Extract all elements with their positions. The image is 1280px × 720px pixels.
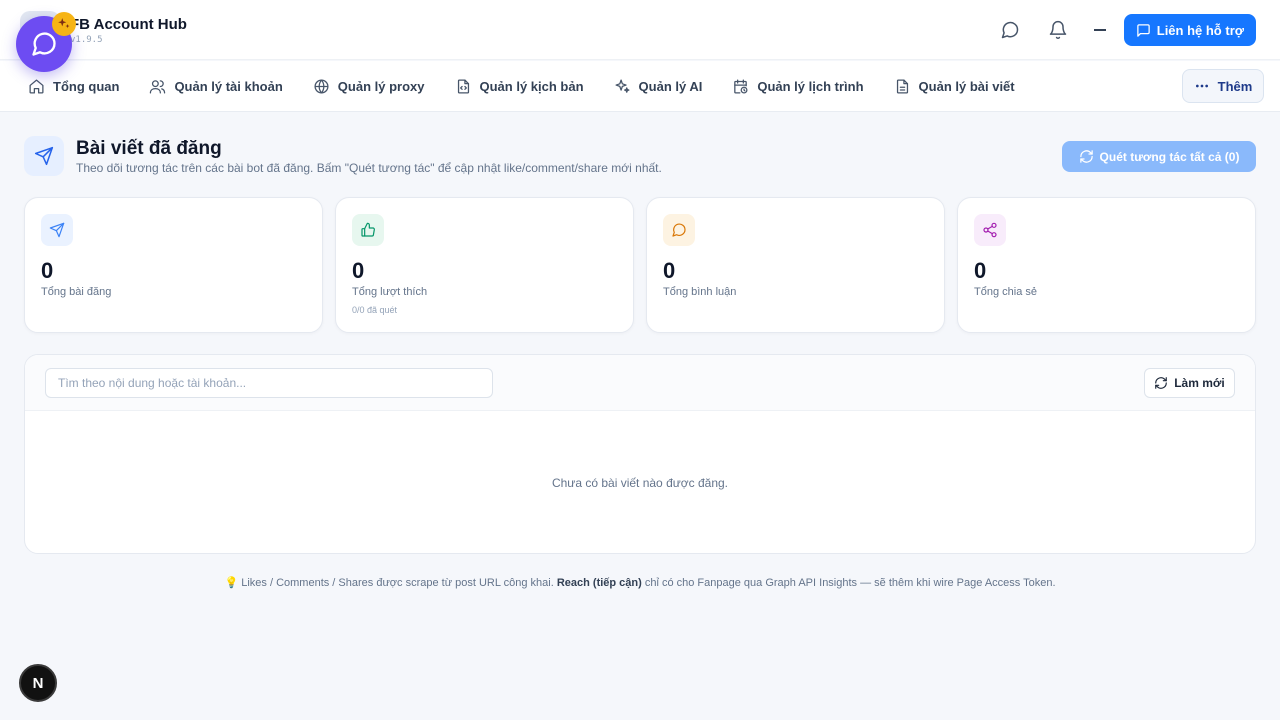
nav-item-label: Quản lý proxy (337, 79, 425, 94)
nav-item-proxy[interactable]: Quản lý proxy (313, 72, 425, 102)
stat-icon-wrap (663, 214, 695, 246)
empty-state-message: Chưa có bài viết nào được đăng. (551, 476, 729, 490)
refresh-button-label: Làm mới (1174, 376, 1225, 390)
more-horizontal-icon (1195, 84, 1208, 88)
chat-widget-badge (52, 12, 76, 36)
stat-label: Tổng bình luận (663, 286, 737, 298)
stat-value: 0 (974, 258, 987, 283)
nav-item-label: Quản lý lịch trình (757, 79, 864, 94)
support-button[interactable]: Liên hệ hỗ trợ (1123, 14, 1256, 46)
stat-label: Tổng lượt thích (352, 286, 428, 298)
stat-card-total-posts: 0 Tổng bài đăng (24, 197, 323, 333)
stat-icon-wrap (352, 214, 384, 246)
send-icon (49, 222, 65, 238)
nav-more-label: Thêm (1217, 78, 1253, 94)
nav-item-label: Quản lý bài viết (918, 79, 1015, 94)
nav-item-ai[interactable]: Quản lý AI (614, 72, 703, 102)
bell-icon (1049, 20, 1066, 40)
message-circle-icon (1001, 21, 1019, 39)
stat-value: 0 (41, 258, 54, 283)
nav-item-label: Quản lý kịch bản (479, 79, 584, 94)
nav-item-posts[interactable]: Quản lý bài viết (894, 72, 1015, 102)
nav-item-label: Quản lý AI (638, 79, 703, 94)
posts-toolbar: Làm mới (25, 355, 1255, 411)
refresh-icon (1155, 377, 1168, 389)
stat-label: Tổng bài đăng (41, 286, 112, 298)
stat-label: Tổng chia sẻ (974, 286, 1037, 298)
stat-card-total-comments: 0 Tổng bình luận (646, 197, 945, 333)
stat-sub: 0/0 đã quét (352, 305, 398, 315)
nav-more-button[interactable]: Thêm (1182, 69, 1264, 103)
page-title: Bài viết đã đăng (76, 138, 222, 159)
sparkles-icon (615, 79, 630, 93)
globe-icon (314, 79, 329, 94)
top-actions: Liên hệ hỗ trợ (978, 14, 1256, 46)
comment-icon (672, 223, 686, 237)
posts-search-input[interactable] (45, 368, 493, 398)
nav-item-schedule[interactable]: Quản lý lịch trình (732, 72, 864, 102)
app-version: v1.9.5 (70, 35, 103, 45)
footnote-text-1: Likes / Comments / Shares được scrape từ… (241, 577, 557, 589)
nav-item-label: Tổng quan (53, 79, 120, 94)
stat-icon-wrap (41, 214, 73, 246)
sparkles-icon (58, 18, 70, 29)
app-title: FB Account Hub (70, 16, 187, 33)
scan-all-label: Quét tương tác tất cả (0) (1099, 149, 1240, 164)
refresh-button[interactable]: Làm mới (1144, 368, 1235, 398)
script-file-icon (457, 79, 469, 94)
stat-card-total-likes: 0 Tổng lượt thích 0/0 đã quét (335, 197, 634, 333)
send-icon (34, 146, 54, 166)
stat-value: 0 (663, 258, 676, 283)
footnote-text-2: chỉ có cho Fanpage qua Graph API Insight… (641, 577, 1056, 589)
messages-button[interactable] (994, 14, 1026, 46)
notifications-button[interactable] (1042, 14, 1074, 46)
thumbs-up-icon (361, 222, 375, 237)
document-icon (896, 79, 908, 94)
refresh-icon (1079, 150, 1093, 163)
nav-item-overview[interactable]: Tổng quan (28, 72, 119, 102)
page-subtitle: Theo dõi tương tác trên các bài bot đã đ… (76, 161, 662, 175)
scan-all-interactions-button[interactable]: Quét tương tác tất cả (0) (1062, 141, 1256, 172)
main-nav: Tổng quan Quản lý tài khoản Quản lý prox… (0, 61, 1280, 112)
users-icon (150, 80, 166, 94)
share-icon (983, 222, 997, 238)
nav-item-label: Quản lý tài khoản (174, 79, 283, 94)
page-icon (24, 136, 64, 176)
stat-icon-wrap (974, 214, 1006, 246)
stat-value: 0 (352, 258, 365, 283)
chat-bubble-icon (32, 32, 56, 56)
nav-item-accounts[interactable]: Quản lý tài khoản (149, 72, 283, 102)
top-bar: FB Account Hub v1.9.5 Liên hệ hỗ trợ (0, 0, 1280, 60)
nav-item-scripts[interactable]: Quản lý kịch bản (455, 72, 584, 102)
chat-square-icon (1137, 23, 1150, 37)
posts-panel: Làm mới Chưa có bài viết nào được đăng. (24, 354, 1256, 554)
footnote-bold: Reach (tiếp cận) (556, 577, 642, 589)
stat-card-total-shares: 0 Tổng chia sẻ (957, 197, 1256, 333)
dev-tools-badge[interactable]: N (19, 664, 57, 702)
support-button-label: Liên hệ hỗ trợ (1156, 22, 1244, 38)
home-icon (29, 79, 44, 94)
minimize-icon[interactable] (1093, 29, 1106, 31)
calendar-clock-icon (734, 79, 748, 94)
lightbulb-icon: 💡 (224, 577, 242, 589)
footnote: 💡 Likes / Comments / Shares được scrape … (0, 576, 1280, 589)
